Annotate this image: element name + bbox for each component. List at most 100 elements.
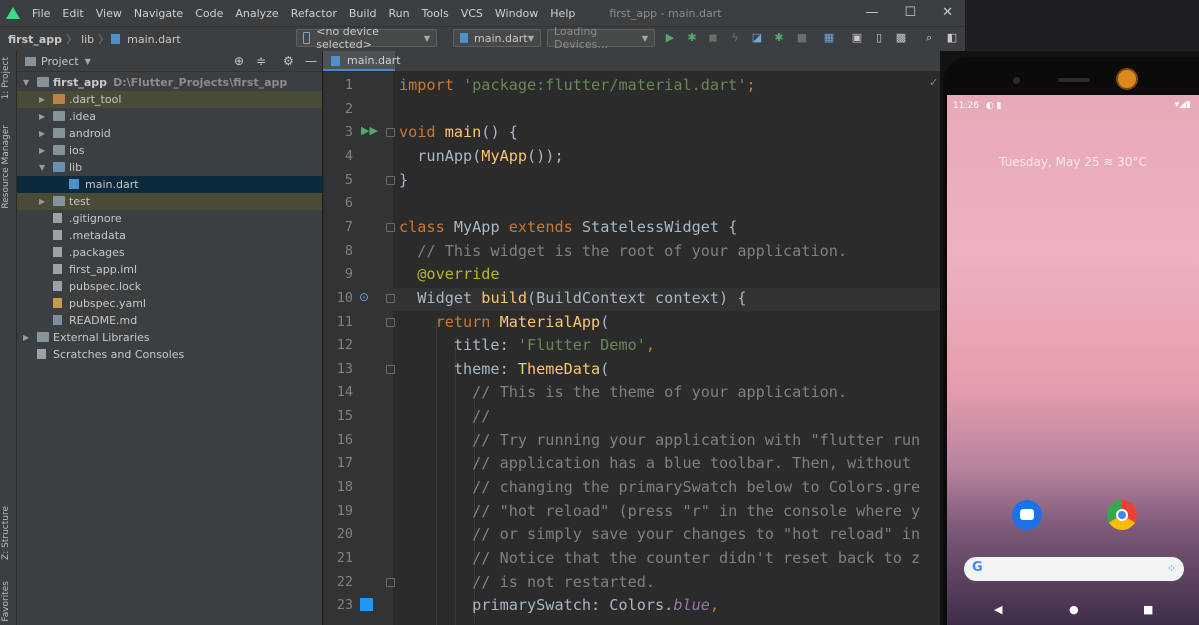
recents-button[interactable]: ■ — [1143, 603, 1153, 616]
tool-window-project[interactable]: 1: Project — [1, 57, 11, 99]
menu-tools[interactable]: Tools — [416, 7, 455, 20]
chevron-right-icon[interactable]: ▶ — [39, 108, 45, 125]
fold-marker-icon[interactable] — [386, 318, 395, 327]
menu-code[interactable]: Code — [189, 7, 229, 20]
tree-item[interactable]: .gitignore — [17, 210, 322, 227]
code-line[interactable]: // — [399, 405, 490, 428]
devices-combo[interactable]: Loading Devices... ▼ — [547, 29, 655, 47]
fold-marker-icon[interactable] — [386, 223, 395, 232]
hide-panel-icon[interactable]: — — [305, 54, 317, 68]
project-panel-title[interactable]: Project — [41, 55, 79, 68]
menu-navigate[interactable]: Navigate — [128, 7, 189, 20]
account-icon[interactable]: ◧ — [946, 32, 958, 44]
tree-item[interactable]: ▶External Libraries — [17, 329, 322, 346]
tree-item[interactable]: README.md — [17, 312, 322, 329]
code-line[interactable]: // This widget is the root of your appli… — [399, 240, 847, 263]
layout-icon[interactable]: ▣ — [851, 32, 863, 44]
code-line[interactable]: @override — [399, 263, 500, 286]
code-line[interactable]: // Notice that the counter didn't reset … — [399, 547, 920, 570]
debug-icon[interactable]: ✱ — [686, 32, 698, 44]
tree-item[interactable]: ▶android — [17, 125, 322, 142]
tree-item[interactable]: ▼first_appD:\Flutter_Projects\first_app — [17, 74, 322, 91]
chevron-down-icon[interactable]: ▼ — [39, 159, 45, 176]
project-structure-icon[interactable]: ▦ — [823, 32, 835, 44]
assistant-icon[interactable]: ⁘ — [1167, 562, 1176, 575]
menu-build[interactable]: Build — [343, 7, 383, 20]
chevron-down-icon[interactable]: ▼ — [85, 57, 91, 66]
code-line[interactable]: runApp(MyApp()); — [399, 145, 564, 168]
code-line[interactable]: // is not restarted. — [399, 571, 655, 594]
tree-item[interactable]: ▶ios — [17, 142, 322, 159]
chrome-app-icon[interactable] — [1107, 500, 1137, 530]
code-editor[interactable]: import 'package:flutter/material.dart'; v… — [393, 72, 940, 625]
code-line[interactable]: // or simply save your changes to "hot r… — [399, 523, 920, 546]
run-icon[interactable]: ▶ — [664, 32, 676, 44]
device-selector[interactable]: <no device selected> ▼ — [296, 29, 437, 47]
chevron-right-icon[interactable]: ▶ — [39, 125, 45, 142]
code-line[interactable]: Widget build(BuildContext context) { — [399, 287, 746, 310]
run-main-icon[interactable]: ▶▶ — [361, 124, 378, 137]
close-button[interactable]: ✕ — [942, 5, 953, 20]
messages-app-icon[interactable] — [1012, 500, 1042, 530]
gear-icon[interactable]: ⚙ — [283, 54, 294, 68]
tree-item[interactable]: ▶.idea — [17, 108, 322, 125]
hot-reload-icon[interactable]: ϟ — [729, 32, 741, 44]
menu-refactor[interactable]: Refactor — [285, 7, 343, 20]
breadcrumb-lib[interactable]: lib — [77, 33, 98, 46]
menu-run[interactable]: Run — [383, 7, 416, 20]
code-line[interactable]: void main() { — [399, 121, 518, 144]
google-search-bar[interactable]: G ⁘ — [964, 557, 1184, 581]
device-manager-icon[interactable]: ▯ — [873, 32, 885, 44]
run-configuration-selector[interactable]: main.dart ▼ — [453, 29, 541, 47]
fold-marker-icon[interactable] — [386, 365, 395, 374]
color-swatch-icon[interactable] — [360, 598, 373, 611]
minimize-button[interactable]: — — [865, 5, 878, 20]
code-line[interactable]: import 'package:flutter/material.dart'; — [399, 74, 756, 97]
menu-file[interactable]: File — [26, 7, 56, 20]
attach-icon[interactable]: ◪ — [751, 32, 763, 44]
tree-item[interactable]: pubspec.yaml — [17, 295, 322, 312]
sdk-manager-icon[interactable]: ▩ — [895, 32, 907, 44]
menu-view[interactable]: View — [90, 7, 128, 20]
code-line[interactable]: // changing the primarySwatch below to C… — [399, 476, 920, 499]
emulator-screen[interactable]: 11:26 ◐ ▮ ▾◢▮ Tuesday, May 25 ≋ 30°C G ⁘… — [947, 95, 1199, 625]
profile-icon[interactable]: ◼ — [707, 32, 719, 44]
tree-item[interactable]: pubspec.lock — [17, 278, 322, 295]
date-weather-widget[interactable]: Tuesday, May 25 ≋ 30°C — [947, 155, 1199, 169]
tree-item[interactable]: .metadata — [17, 227, 322, 244]
home-button[interactable]: ● — [1069, 603, 1079, 616]
chevron-right-icon[interactable]: ▶ — [23, 329, 29, 346]
fold-marker-icon[interactable] — [386, 176, 395, 185]
chevron-right-icon[interactable]: ▶ — [39, 193, 45, 210]
fold-marker-icon[interactable] — [386, 578, 395, 587]
menu-edit[interactable]: Edit — [56, 7, 89, 20]
tool-window-favorites[interactable]: Favorites — [1, 581, 11, 622]
tree-item[interactable]: first_app.iml — [17, 261, 322, 278]
search-icon[interactable]: ⌕ — [923, 32, 935, 44]
code-line[interactable]: title: 'Flutter Demo', — [399, 334, 655, 357]
chevron-right-icon[interactable]: ▶ — [39, 142, 45, 159]
attach-debugger-icon[interactable]: ✱ — [773, 32, 785, 44]
maximize-button[interactable]: ☐ — [904, 5, 916, 20]
fold-marker-icon[interactable] — [386, 128, 395, 137]
tree-item[interactable]: main.dart — [17, 176, 322, 193]
tree-item[interactable]: ▶.dart_tool — [17, 91, 322, 108]
menu-window[interactable]: Window — [489, 7, 544, 20]
code-line[interactable]: // application has a blue toolbar. Then,… — [399, 452, 920, 475]
code-line[interactable]: return MaterialApp( — [399, 311, 609, 334]
tree-item[interactable]: .packages — [17, 244, 322, 261]
code-line[interactable]: class MyApp extends StatelessWidget { — [399, 216, 737, 239]
override-marker-icon[interactable]: ⊙ — [359, 290, 369, 304]
breadcrumb-project[interactable]: first_app — [4, 33, 66, 46]
collapse-all-icon[interactable]: ≑ — [256, 54, 266, 68]
tab-main-dart[interactable]: main.dart — [323, 51, 395, 71]
chevron-down-icon[interactable]: ▼ — [23, 74, 29, 91]
stop-icon[interactable]: ■ — [796, 32, 808, 44]
code-line[interactable]: // "hot reload" (press "r" in the consol… — [399, 500, 920, 523]
chevron-right-icon[interactable]: ▶ — [39, 91, 45, 108]
back-button[interactable]: ◀ — [994, 603, 1002, 616]
locate-file-icon[interactable]: ⊕ — [234, 54, 244, 68]
code-line[interactable]: // Try running your application with "fl… — [399, 429, 920, 452]
fold-marker-icon[interactable] — [386, 294, 395, 303]
menu-help[interactable]: Help — [544, 7, 581, 20]
